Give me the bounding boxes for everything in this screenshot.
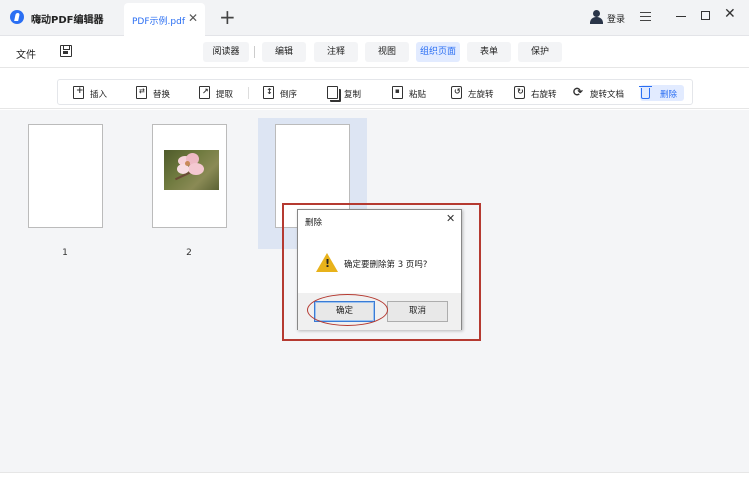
reverse-order-button[interactable]: 倒序 bbox=[263, 85, 303, 101]
title-bar: 嗨动PDF编辑器 PDF示例.pdf ✕ + 登录 ✕ bbox=[0, 0, 749, 36]
trash-icon bbox=[639, 86, 652, 99]
page-number: 1 bbox=[62, 248, 68, 258]
window-close-icon[interactable]: ✕ bbox=[724, 6, 736, 22]
new-tab-icon[interactable]: + bbox=[219, 5, 236, 29]
delete-label: 删除 bbox=[660, 90, 678, 100]
app-title: 嗨动PDF编辑器 bbox=[31, 15, 104, 26]
replace-page-icon bbox=[136, 85, 147, 99]
rotate-left-icon bbox=[451, 85, 462, 99]
rotate-right-button[interactable]: 右旋转 bbox=[514, 85, 564, 101]
rotate-right-icon bbox=[514, 85, 525, 99]
tab-view[interactable]: 视图 bbox=[365, 42, 409, 62]
insert-label: 插入 bbox=[90, 90, 108, 100]
copy-button[interactable]: 复制 bbox=[327, 85, 367, 101]
page-1-preview bbox=[28, 124, 103, 228]
tab-form[interactable]: 表单 bbox=[467, 42, 511, 62]
save-icon[interactable] bbox=[60, 45, 72, 57]
file-menu[interactable]: 文件 bbox=[16, 46, 36, 61]
paste-button[interactable]: 粘贴 bbox=[392, 85, 432, 101]
extract-page-icon bbox=[199, 85, 210, 99]
copy-page-icon bbox=[327, 86, 338, 99]
rotate-document-button[interactable]: 旋转文档 bbox=[573, 85, 631, 101]
menu-bar: 文件 阅读器 编辑 注释 视图 组织页面 表单 保护 bbox=[0, 36, 749, 68]
toolbar-divider bbox=[248, 87, 249, 99]
status-bar bbox=[0, 472, 749, 500]
maximize-icon[interactable] bbox=[701, 11, 710, 20]
warning-icon bbox=[316, 253, 338, 272]
insert-button[interactable]: 插入 bbox=[73, 85, 113, 101]
extract-label: 提取 bbox=[216, 90, 234, 100]
rotate-left-button[interactable]: 左旋转 bbox=[451, 85, 501, 101]
insert-page-icon bbox=[73, 85, 84, 99]
rotate-document-label: 旋转文档 bbox=[590, 90, 625, 100]
replace-label: 替换 bbox=[153, 90, 171, 100]
annotation-ok-ellipse bbox=[307, 294, 388, 326]
toolbar-area: 插入 替换 提取 倒序 复制 粘贴 左旋转 右旋转 bbox=[0, 69, 749, 109]
reverse-order-label: 倒序 bbox=[280, 90, 298, 100]
dialog-title: 删除 bbox=[305, 218, 323, 228]
tab-annotate[interactable]: 注释 bbox=[314, 42, 358, 62]
tab-edit[interactable]: 编辑 bbox=[262, 42, 306, 62]
rotate-document-icon bbox=[573, 86, 584, 99]
extract-button[interactable]: 提取 bbox=[199, 85, 239, 101]
hamburger-menu-icon[interactable] bbox=[640, 12, 651, 21]
document-tab-label: PDF示例.pdf bbox=[132, 17, 185, 27]
paste-label: 粘贴 bbox=[409, 90, 427, 100]
minimize-icon[interactable] bbox=[676, 16, 686, 17]
paste-page-icon bbox=[392, 85, 403, 99]
menu-divider bbox=[254, 46, 255, 58]
app-logo-icon bbox=[10, 10, 24, 24]
tab-protect[interactable]: 保护 bbox=[518, 42, 562, 62]
cancel-button[interactable]: 取消 bbox=[387, 301, 448, 322]
copy-label: 复制 bbox=[344, 90, 362, 100]
rotate-left-label: 左旋转 bbox=[468, 90, 494, 100]
user-icon bbox=[589, 10, 603, 24]
dialog-close-icon[interactable]: ✕ bbox=[446, 212, 455, 225]
rotate-right-label: 右旋转 bbox=[531, 90, 557, 100]
document-tab[interactable]: PDF示例.pdf ✕ bbox=[124, 3, 205, 36]
page-toolbar: 插入 替换 提取 倒序 复制 粘贴 左旋转 右旋转 bbox=[57, 79, 693, 105]
page-2-preview bbox=[152, 124, 227, 228]
replace-button[interactable]: 替换 bbox=[136, 85, 176, 101]
close-tab-icon[interactable]: ✕ bbox=[188, 11, 198, 25]
tab-organize-pages[interactable]: 组织页面 bbox=[416, 42, 460, 62]
tab-reader[interactable]: 阅读器 bbox=[203, 42, 249, 62]
dialog-message: 确定要删除第 3 页吗? bbox=[344, 260, 428, 270]
page-number: 2 bbox=[186, 248, 192, 258]
flower-photo bbox=[164, 150, 219, 190]
delete-button[interactable]: 删除 bbox=[639, 85, 684, 101]
login-label: 登录 bbox=[607, 15, 626, 25]
reverse-order-icon bbox=[263, 85, 274, 99]
